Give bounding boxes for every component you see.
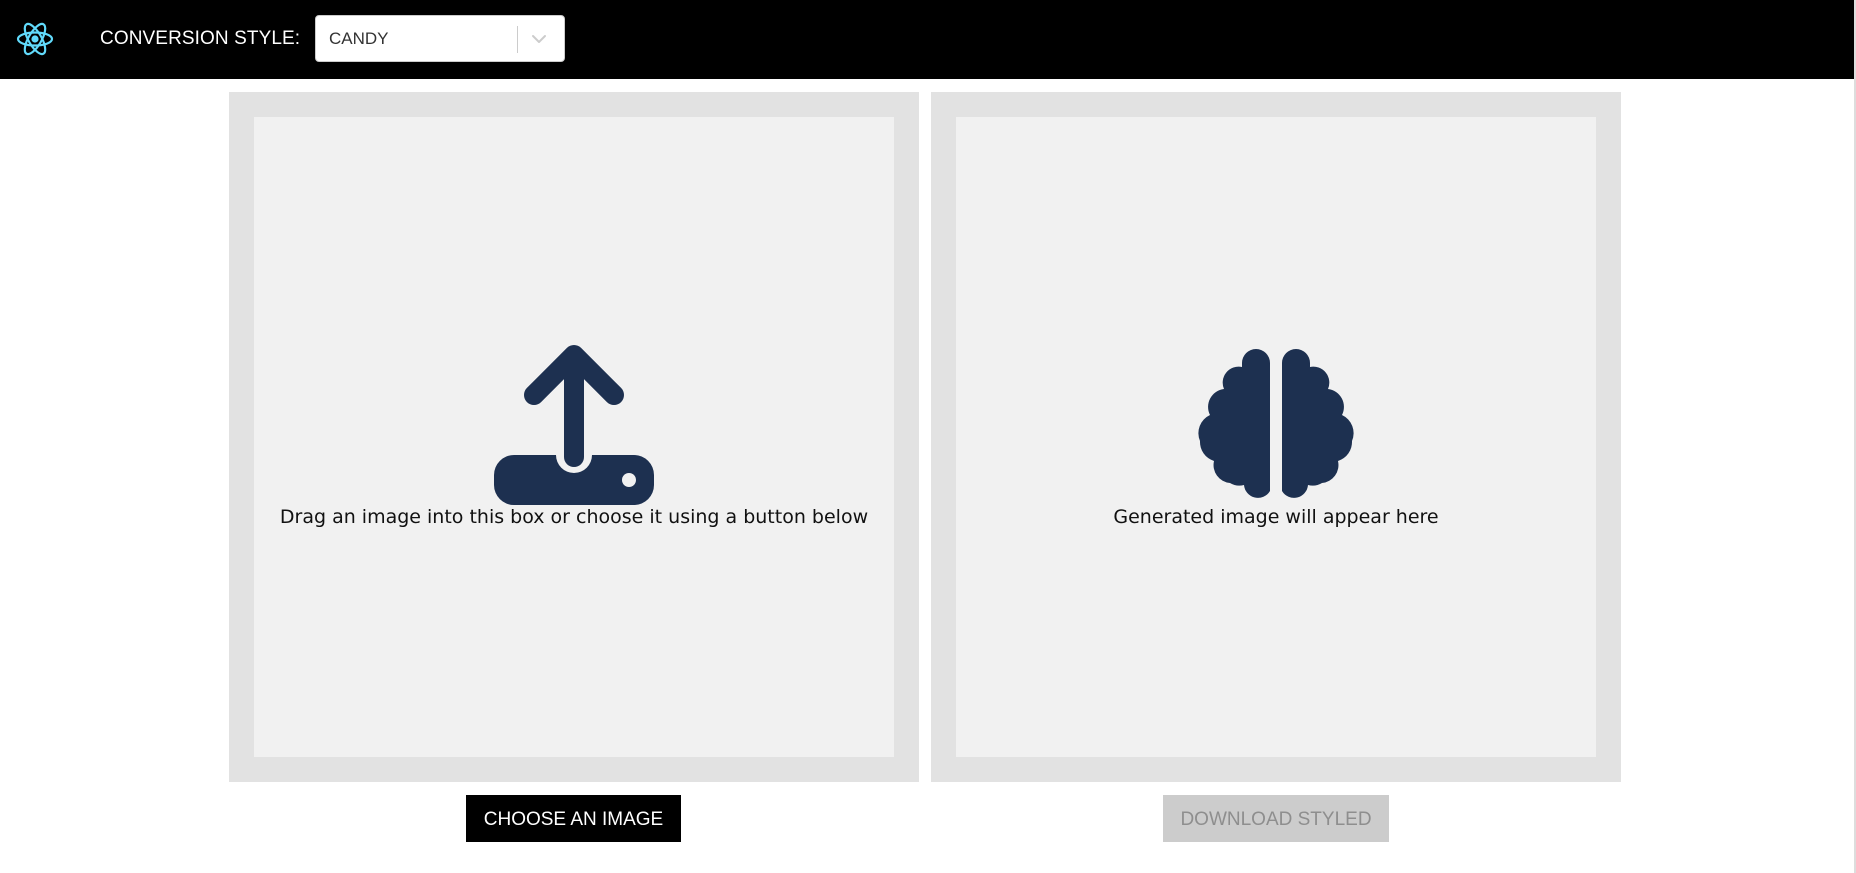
react-atom-icon xyxy=(15,20,55,58)
choose-image-button[interactable]: CHOOSE AN IMAGE xyxy=(466,795,681,842)
download-styled-button[interactable]: DOWNLOAD STYLED xyxy=(1163,795,1389,842)
conversion-style-select[interactable]: CANDY xyxy=(315,15,565,62)
input-dropzone[interactable]: Drag an image into this box or choose it… xyxy=(229,92,919,782)
upload-icon xyxy=(494,345,654,505)
output-preview: Generated image will appear here xyxy=(931,92,1621,782)
conversion-style-label: CONVERSION STYLE: xyxy=(100,28,301,49)
conversion-style-value: CANDY xyxy=(329,29,389,48)
brain-icon xyxy=(1196,345,1356,505)
select-separator xyxy=(517,26,518,53)
input-dropzone-inner[interactable]: Drag an image into this box or choose it… xyxy=(254,117,894,757)
app-page: CONVERSION STYLE: CANDY Drag an image in… xyxy=(0,0,1856,873)
chevron-down-icon[interactable] xyxy=(529,31,549,47)
input-dropzone-hint: Drag an image into this box or choose it… xyxy=(279,506,869,528)
header-bar: CONVERSION STYLE: CANDY xyxy=(0,0,1856,79)
output-preview-hint: Generated image will appear here xyxy=(1113,506,1439,528)
output-preview-inner: Generated image will appear here xyxy=(956,117,1596,757)
